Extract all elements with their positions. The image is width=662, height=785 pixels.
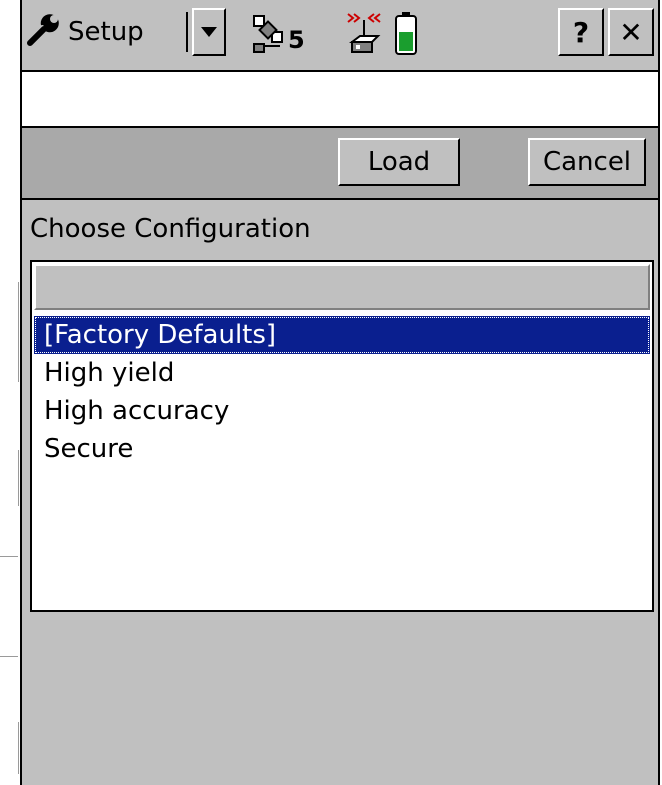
strip-mark [0,722,19,774]
strip-divider [0,556,18,557]
list-item-high-yield[interactable]: High yield [34,354,650,392]
satellite-icon[interactable] [250,12,288,60]
command-toolbar: Load Cancel [22,128,658,200]
list-item-high-accuracy[interactable]: High accuracy [34,392,650,430]
strip-divider [0,656,18,657]
help-button[interactable]: ? [558,8,604,56]
close-button[interactable]: ✕ [608,8,654,56]
list-item-secure[interactable]: Secure [34,430,650,468]
list-item-factory-defaults[interactable]: [Factory Defaults] [34,316,650,354]
cancel-button[interactable]: Cancel [528,138,646,186]
choose-configuration-label: Choose Configuration [30,214,311,244]
wrench-icon [26,13,60,51]
menu-dropdown-button[interactable] [192,8,226,56]
list-header[interactable] [34,264,650,310]
setup-menu-button[interactable]: Setup [26,8,190,56]
left-edge-strip [0,0,20,785]
configuration-items: [Factory Defaults] High yield High accur… [34,316,650,468]
status-message-bar [22,72,658,128]
setup-menu-label: Setup [68,17,144,47]
menu-separator [186,12,188,52]
strip-mark [0,282,19,382]
satellite-count: 5 [288,26,305,54]
title-bar: Setup 5 ? ✕ [22,0,658,72]
configuration-list[interactable]: [Factory Defaults] High yield High accur… [30,260,654,612]
strip-mark [0,450,19,506]
chevron-down-icon [200,23,218,42]
battery-icon[interactable] [394,10,418,60]
load-button[interactable]: Load [338,138,460,186]
main-content: Choose Configuration [Factory Defaults] … [22,200,658,785]
device-screen: Setup 5 ? ✕ Load Cancel Choose Configura… [20,0,660,785]
radio-signal-icon[interactable] [344,10,384,60]
